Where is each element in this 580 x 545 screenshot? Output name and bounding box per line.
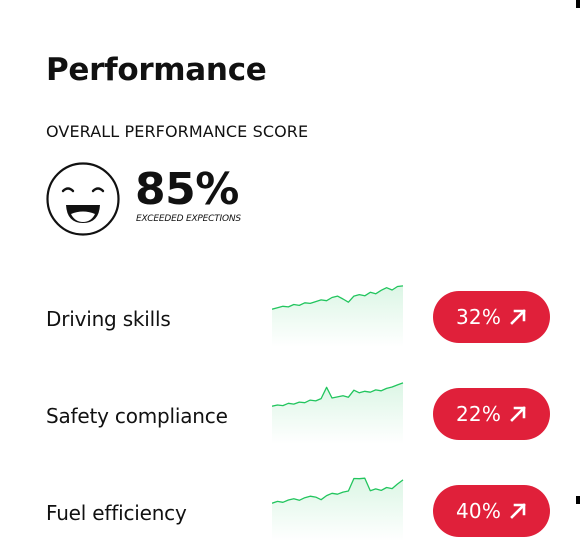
fuel-efficiency-change-button[interactable]: 40% <box>433 485 550 537</box>
metric-label: Fuel efficiency <box>46 501 187 525</box>
metric-label: Driving skills <box>46 307 171 331</box>
overall-score-caption: EXCEEDED EXPECTIONS <box>136 214 241 224</box>
smiley-face-icon <box>46 162 120 236</box>
arrow-up-right-icon <box>510 503 526 519</box>
arrow-up-right-icon <box>510 309 526 325</box>
driving-skills-change-button[interactable]: 32% <box>433 291 550 343</box>
metric-row-fuel-efficiency: Fuel efficiency 40% <box>46 477 556 545</box>
corner-marker-bottom <box>576 496 580 504</box>
sparkline-area <box>272 382 403 444</box>
performance-card: Performance OVERALL PERFORMANCE SCORE 85… <box>46 0 556 541</box>
metric-row-driving-skills: Driving skills 32% <box>46 285 556 351</box>
metric-change-value: 22% <box>455 402 502 426</box>
corner-marker-top <box>576 0 580 8</box>
metric-change-value: 40% <box>455 499 502 523</box>
safety-compliance-change-button[interactable]: 22% <box>433 388 550 440</box>
metric-row-safety-compliance: Safety compliance 22% <box>46 382 556 448</box>
safety-compliance-sparkline <box>272 382 404 444</box>
overall-score-value: 85% <box>135 164 239 215</box>
fuel-efficiency-sparkline <box>272 477 404 541</box>
arrow-up-right-icon <box>510 406 526 422</box>
overall-score-label: OVERALL PERFORMANCE SCORE <box>46 122 309 141</box>
driving-skills-sparkline <box>272 285 404 347</box>
metric-label: Safety compliance <box>46 404 228 428</box>
sparkline-area <box>272 478 403 541</box>
page-title: Performance <box>46 52 267 88</box>
sparkline-area <box>272 285 403 347</box>
metric-change-value: 32% <box>455 305 502 329</box>
